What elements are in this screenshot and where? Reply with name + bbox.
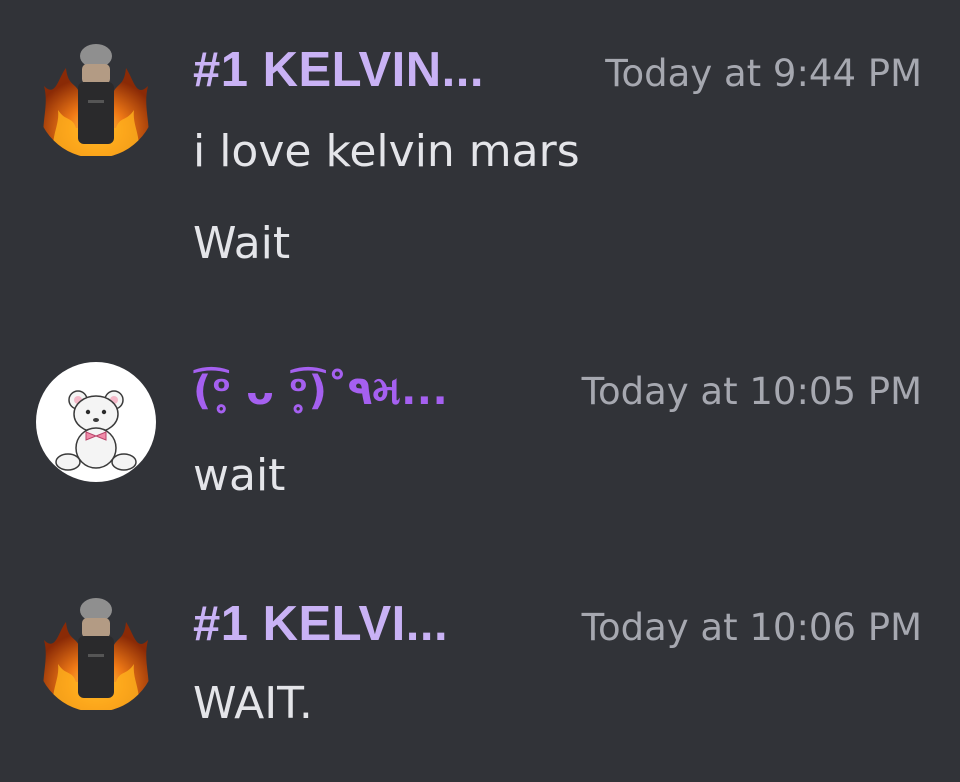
- timestamp: Today at 10:05 PM: [581, 370, 922, 413]
- message-header: #1 KELVI... Today at 10:06 PM: [193, 596, 922, 656]
- message-text: Wait: [193, 218, 291, 269]
- flaming-figure-avatar-icon[interactable]: [36, 38, 156, 158]
- username[interactable]: #1 KELVI...: [193, 596, 448, 652]
- timestamp: Today at 10:06 PM: [581, 606, 922, 649]
- username[interactable]: (͡ᵒ̥ ᴗ ᵒ̥͡)˚٩મ...: [193, 368, 448, 414]
- message-group-2: (͡ᵒ̥ ᴗ ᵒ̥͡)˚٩મ... Today at 10:05 PM wait: [0, 340, 960, 530]
- teddy-bear-avatar-icon[interactable]: [36, 362, 156, 482]
- username[interactable]: #1 KELVIN...: [193, 42, 484, 98]
- message-header: #1 KELVIN... Today at 9:44 PM: [193, 42, 922, 102]
- message-header: (͡ᵒ̥ ᴗ ᵒ̥͡)˚٩મ... Today at 10:05 PM: [193, 368, 922, 428]
- message-group-3: #1 KELVI... Today at 10:06 PM WAIT.: [0, 570, 960, 770]
- message-text: wait: [193, 450, 286, 501]
- flaming-figure-avatar-icon[interactable]: [36, 592, 156, 712]
- message-group-1: #1 KELVIN... Today at 9:44 PM i love kel…: [0, 0, 960, 300]
- message-text: WAIT.: [193, 678, 313, 729]
- timestamp: Today at 9:44 PM: [605, 52, 922, 95]
- message-text: i love kelvin mars: [193, 126, 580, 177]
